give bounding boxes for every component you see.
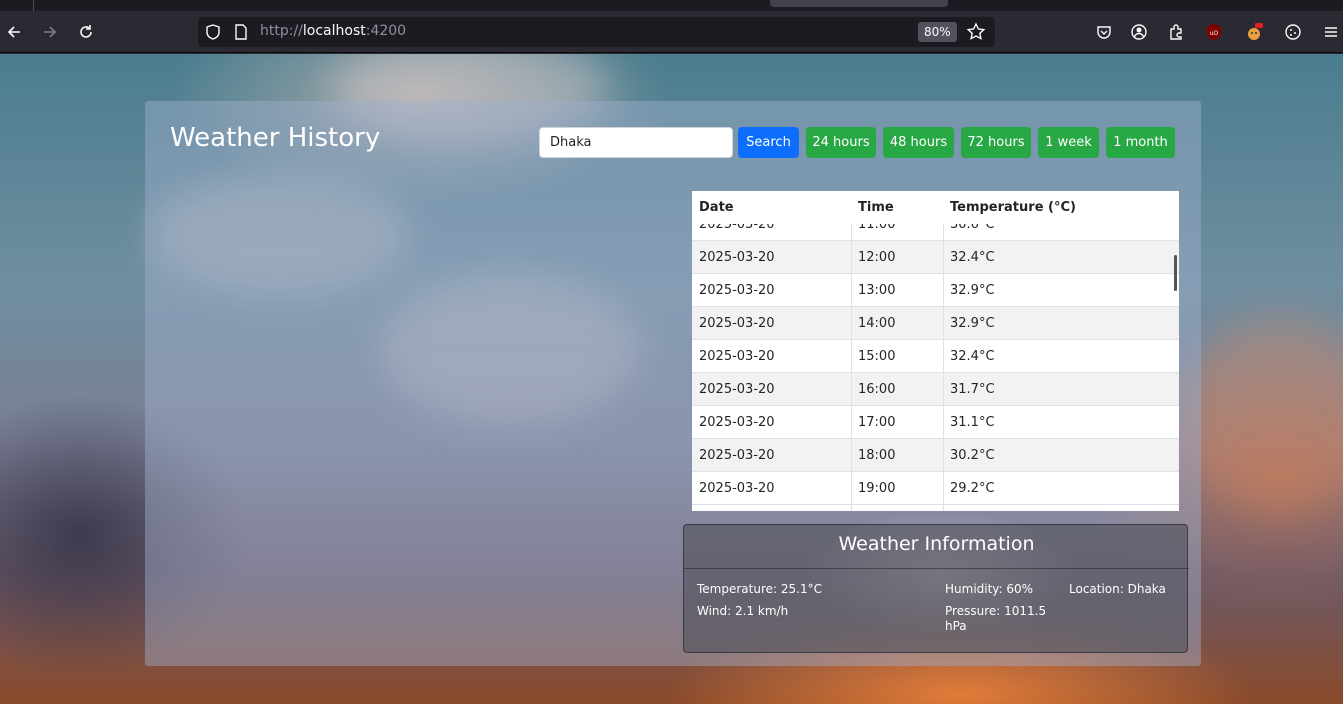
cell-date: 2025-03-20 bbox=[699, 316, 775, 331]
star-icon[interactable] bbox=[966, 22, 986, 42]
tab-strip bbox=[0, 0, 1343, 11]
column-header-time: Time bbox=[858, 200, 894, 215]
back-icon[interactable] bbox=[1, 19, 27, 45]
extensions-icon[interactable] bbox=[1163, 19, 1189, 45]
browser-toolbar: http://localhost:4200 80% uO bbox=[0, 11, 1343, 53]
page-title: Weather History bbox=[170, 123, 381, 153]
browser-tab[interactable] bbox=[770, 0, 948, 7]
tab-separator bbox=[33, 0, 34, 11]
range-1-week-button[interactable]: 1 week bbox=[1038, 127, 1099, 158]
cell-temperature: 32.9°C bbox=[950, 316, 995, 331]
cell-temperature: 31.7°C bbox=[950, 382, 995, 397]
page-viewport: Weather History Search 24 hours 48 hours… bbox=[0, 54, 1343, 704]
cell-date: 2025-03-20 bbox=[699, 448, 775, 463]
ublock-icon[interactable]: uO bbox=[1201, 19, 1227, 45]
cell-temperature: 31.1°C bbox=[950, 415, 995, 430]
column-divider bbox=[851, 224, 852, 511]
cell-temperature: 29.2°C bbox=[950, 481, 995, 496]
table-row: 2025-03-20 16:00 31.7°C bbox=[692, 373, 1179, 406]
url-text[interactable]: http://localhost:4200 bbox=[260, 23, 406, 39]
info-pressure: Pressure: 1011.5 hPa bbox=[945, 604, 1047, 633]
history-table[interactable]: Date Time Temperature (°C) 2025-03-20 11:… bbox=[692, 191, 1179, 511]
page-icon[interactable] bbox=[232, 23, 250, 41]
search-input[interactable] bbox=[539, 127, 733, 158]
cell-date: 2025-03-20 bbox=[699, 349, 775, 364]
range-72-hours-button[interactable]: 72 hours bbox=[961, 127, 1031, 158]
zoom-indicator[interactable]: 80% bbox=[918, 22, 957, 42]
table-row: 2025-03-20 13:00 32.9°C bbox=[692, 274, 1179, 307]
column-divider bbox=[943, 224, 944, 511]
cell-time: 13:00 bbox=[858, 283, 896, 298]
info-humidity: Humidity: 60% bbox=[945, 582, 1034, 596]
url-bar[interactable]: http://localhost:4200 80% bbox=[198, 17, 995, 47]
table-body: 2025-03-20 11:00 30.6°C 2025-03-20 12:00 32.… bbox=[692, 208, 1179, 505]
url-scheme: http:// bbox=[260, 23, 303, 39]
table-scrollbar[interactable] bbox=[1174, 255, 1177, 291]
shield-icon[interactable] bbox=[204, 23, 222, 41]
cell-date: 2025-03-20 bbox=[699, 283, 775, 298]
column-header-temperature: Temperature (°C) bbox=[950, 200, 1076, 215]
table-row: 2025-03-20 18:00 30.2°C bbox=[692, 439, 1179, 472]
table-row: 2025-03-20 14:00 32.9°C bbox=[692, 307, 1179, 340]
pocket-icon[interactable] bbox=[1091, 19, 1117, 45]
weather-info-panel: Weather Information Temperature: 25.1°C … bbox=[683, 524, 1189, 653]
cell-temperature: 32.4°C bbox=[950, 250, 995, 265]
weather-history-card: Weather History Search 24 hours 48 hours… bbox=[145, 101, 1201, 666]
url-host: localhost bbox=[302, 23, 366, 39]
table-header: Date Time Temperature (°C) bbox=[692, 191, 1179, 224]
search-button[interactable]: Search bbox=[738, 127, 799, 158]
account-icon[interactable] bbox=[1126, 19, 1152, 45]
table-row: 2025-03-20 12:00 32.4°C bbox=[692, 241, 1179, 274]
menu-icon[interactable] bbox=[1318, 19, 1343, 45]
column-header-date: Date bbox=[699, 200, 734, 215]
forward-icon[interactable] bbox=[37, 19, 63, 45]
cell-time: 19:00 bbox=[858, 481, 896, 496]
cell-time: 16:00 bbox=[858, 382, 896, 397]
svg-text:uO: uO bbox=[1210, 30, 1219, 37]
fox-extension-icon[interactable] bbox=[1241, 19, 1267, 45]
divider bbox=[684, 568, 1189, 569]
cell-time: 14:00 bbox=[858, 316, 896, 331]
info-wind: Wind: 2.1 km/h bbox=[697, 604, 789, 618]
range-48-hours-button[interactable]: 48 hours bbox=[883, 127, 954, 158]
cell-time: 17:00 bbox=[858, 415, 896, 430]
cookie-icon[interactable] bbox=[1280, 19, 1306, 45]
cell-temperature: 30.2°C bbox=[950, 448, 995, 463]
range-1-month-button[interactable]: 1 month bbox=[1106, 127, 1175, 158]
cell-date: 2025-03-20 bbox=[699, 250, 775, 265]
cell-temperature: 32.9°C bbox=[950, 283, 995, 298]
info-location: Location: Dhaka bbox=[1069, 582, 1166, 596]
cell-time: 12:00 bbox=[858, 250, 896, 265]
weather-info-title: Weather Information bbox=[838, 533, 1035, 555]
range-24-hours-button[interactable]: 24 hours bbox=[806, 127, 876, 158]
cell-time: 15:00 bbox=[858, 349, 896, 364]
table-row: 2025-03-20 17:00 31.1°C bbox=[692, 406, 1179, 439]
table-row: 2025-03-20 19:00 29.2°C bbox=[692, 472, 1179, 505]
reload-icon[interactable] bbox=[73, 19, 99, 45]
background-cloud bbox=[1180, 314, 1343, 514]
table-row: 2025-03-20 15:00 32.4°C bbox=[692, 340, 1179, 373]
cell-date: 2025-03-20 bbox=[699, 481, 775, 496]
url-port: :4200 bbox=[365, 23, 407, 39]
cell-time: 18:00 bbox=[858, 448, 896, 463]
cell-date: 2025-03-20 bbox=[699, 382, 775, 397]
cell-date: 2025-03-20 bbox=[699, 415, 775, 430]
info-temperature: Temperature: 25.1°C bbox=[697, 582, 822, 596]
cell-temperature: 32.4°C bbox=[950, 349, 995, 364]
